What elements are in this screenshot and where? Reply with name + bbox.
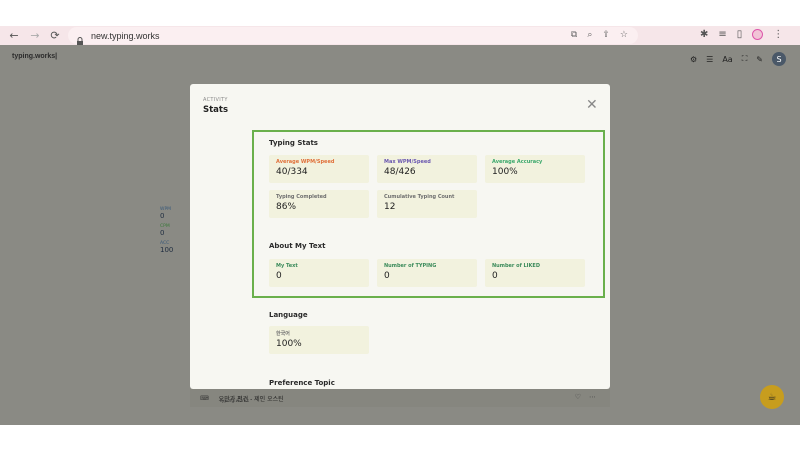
about-text-title: About My Text <box>269 242 326 250</box>
zoom-icon[interactable]: ⌕ <box>587 30 592 40</box>
font-button[interactable]: Aa <box>722 55 732 64</box>
cpm-value: 0 <box>160 229 165 237</box>
card-value: 12 <box>384 202 396 212</box>
card-value: 40/334 <box>276 167 308 177</box>
card-label: Average Accuracy <box>492 159 543 165</box>
card-value: 100% <box>492 167 518 177</box>
stat-card-my-text: My Text 0 <box>269 259 369 287</box>
card-value: 86% <box>276 202 297 212</box>
fullscreen-icon[interactable]: ⛶ <box>742 54 748 64</box>
avatar[interactable]: S <box>772 52 786 66</box>
site-logo[interactable]: typing.works| <box>12 53 57 60</box>
modal-title: Stats <box>203 105 229 115</box>
text-list-item[interactable]: ⌨ 오만과 편견 - 제인 오스틴 typing.works ♡ ⋯ <box>190 389 610 407</box>
list-icon[interactable]: ☰ <box>706 55 713 64</box>
url-text: new.typing.works <box>91 30 160 41</box>
stat-card-avg-accuracy: Average Accuracy 100% <box>485 155 585 183</box>
card-label: Max WPM/Speed <box>384 159 431 165</box>
card-value: 48/426 <box>384 167 416 177</box>
stat-card-avg-wpm: Average WPM/Speed 40/334 <box>269 155 369 183</box>
typing-stats-title: Typing Stats <box>269 139 318 147</box>
stat-card-max-wpm: Max WPM/Speed 48/426 <box>377 155 477 183</box>
stats-modal: ACTIVITY Stats ✕ Typing Stats Average WP… <box>190 84 610 389</box>
card-value: 0 <box>276 271 282 281</box>
card-label: Number of TYPING <box>384 263 437 269</box>
text-source: typing.works <box>220 399 249 404</box>
language-title: Language <box>269 311 308 319</box>
stat-card-cumulative-count: Cumulative Typing Count 12 <box>377 190 477 218</box>
acc-value: 100 <box>160 246 174 254</box>
close-icon[interactable]: ✕ <box>586 98 598 112</box>
address-bar[interactable]: new.typing.works ⧉ ⌕ ⇪ ☆ <box>68 27 638 46</box>
card-label: Cumulative Typing Count <box>384 194 455 200</box>
heart-icon[interactable]: ♡ <box>575 393 581 401</box>
forward-arrow-icon[interactable]: → <box>28 28 42 42</box>
share-icon[interactable]: ⇪ <box>602 30 610 40</box>
card-label: Average WPM/Speed <box>276 159 335 165</box>
side-panel-icon[interactable]: ▯ <box>737 29 743 40</box>
card-label: My Text <box>276 263 298 269</box>
card-value: 0 <box>384 271 390 281</box>
more-icon[interactable]: ⋯ <box>589 393 596 401</box>
stat-card-number-liked: Number of LIKED 0 <box>485 259 585 287</box>
stat-card-language: 한국어 100% <box>269 326 369 354</box>
menu-kebab-icon[interactable]: ⋮ <box>773 29 783 40</box>
translate-icon[interactable]: ⧉ <box>571 30 577 40</box>
coffee-cup-button[interactable]: ☕ <box>760 385 784 409</box>
coffee-cup-icon: ☕ <box>767 391 777 403</box>
bookmark-star-icon[interactable]: ☆ <box>620 30 628 40</box>
browser-toolbar: ← → ⟳ new.typing.works ⧉ ⌕ ⇪ ☆ ✱ ≡ ▯ ⋮ <box>0 26 800 46</box>
card-value: 0 <box>492 271 498 281</box>
stat-card-typing-completed: Typing Completed 86% <box>269 190 369 218</box>
card-value: 100% <box>276 339 302 349</box>
stat-card-number-typing: Number of TYPING 0 <box>377 259 477 287</box>
card-label: Typing Completed <box>276 194 327 200</box>
card-label: Number of LIKED <box>492 263 540 269</box>
side-stats-panel: WPM 0 CPM 0 ACC 100 <box>160 203 178 254</box>
reading-list-icon[interactable]: ≡ <box>718 29 726 40</box>
settings-icon[interactable]: ⚙ <box>690 55 697 64</box>
wpm-value: 0 <box>160 212 165 220</box>
lock-icon <box>76 31 84 46</box>
back-arrow-icon[interactable]: ← <box>7 28 21 42</box>
edit-pen-icon[interactable]: ✎ <box>756 55 763 64</box>
keyboard-icon: ⌨ <box>200 394 209 402</box>
extensions-icon[interactable]: ✱ <box>700 29 708 40</box>
card-label: 한국어 <box>276 331 290 337</box>
profile-icon[interactable] <box>752 29 764 40</box>
modal-kicker: ACTIVITY <box>203 97 228 103</box>
reload-icon[interactable]: ⟳ <box>48 28 62 42</box>
preference-topic-title: Preference Topic <box>269 379 335 387</box>
